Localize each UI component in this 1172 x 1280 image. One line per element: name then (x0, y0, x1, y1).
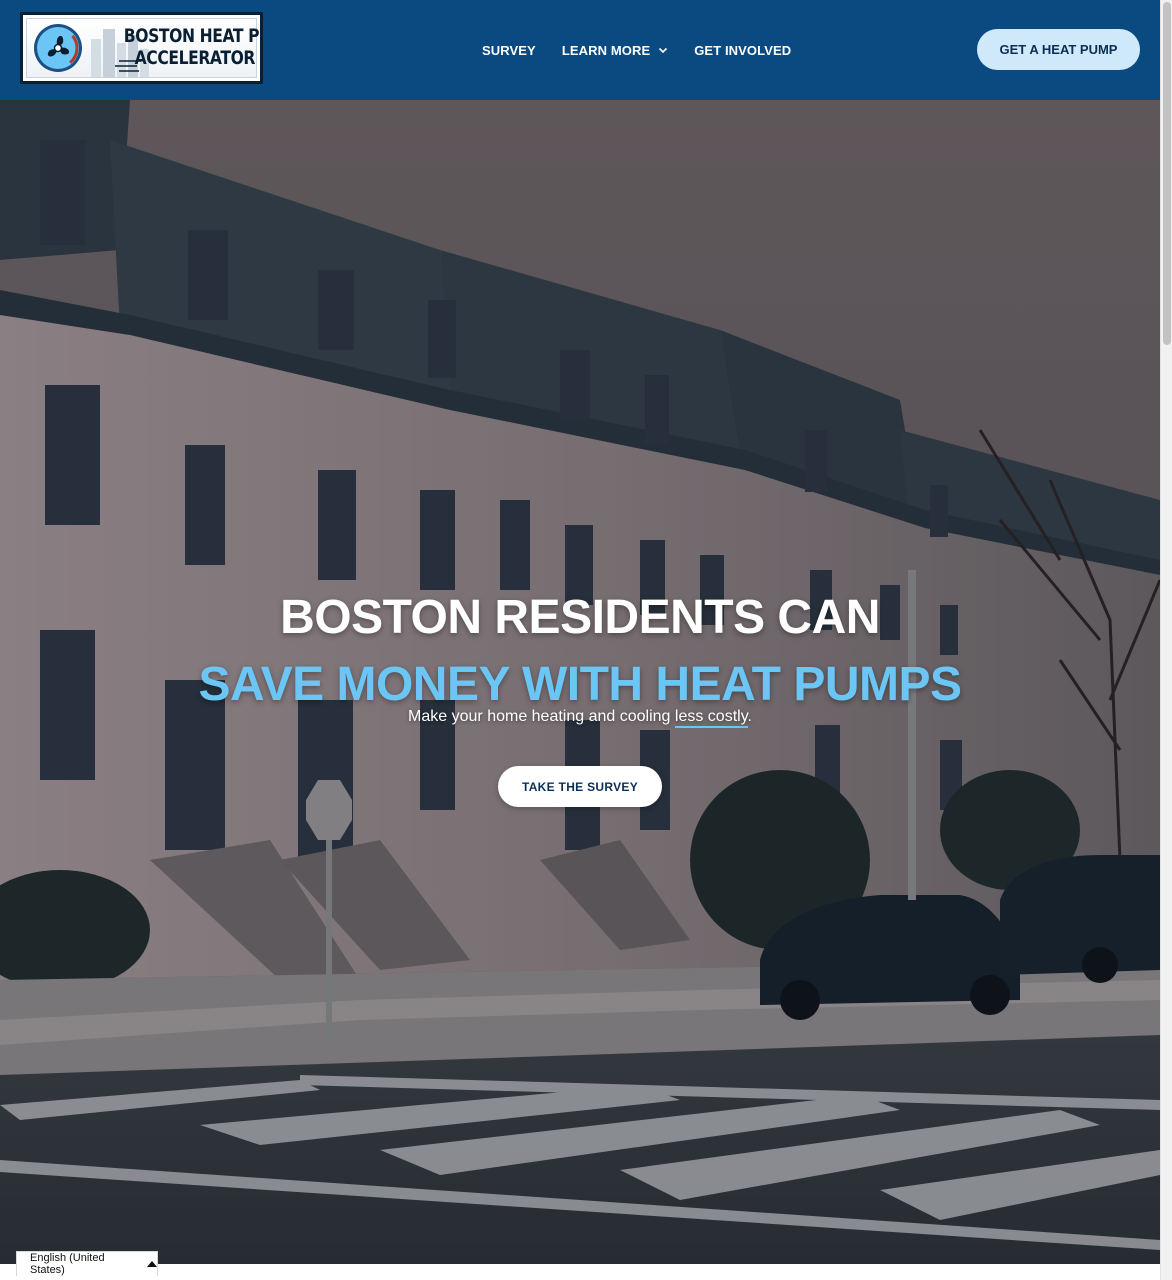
caret-up-icon (147, 1261, 157, 1267)
language-selector[interactable]: English (United States) (16, 1251, 158, 1276)
hero-subtitle-text: Make your home heating and cooling (408, 708, 675, 725)
logo-line1: BOSTON HEAT PUMP (123, 25, 260, 47)
page-scrollbar[interactable] (1160, 0, 1172, 1280)
site-header: BOSTON HEAT PUMP ACCELERATOR SURVEY LEAR… (0, 0, 1160, 100)
nav-item-learn-more-label: LEARN MORE (561, 42, 651, 58)
nav-item-learn-more[interactable]: LEARN MORE (562, 41, 668, 60)
page-footer-strip (0, 1264, 1160, 1280)
hero-section: BOSTON RESIDENTS CAN SAVE MONEY WITH HEA… (0, 100, 1160, 1264)
heat-pump-fan-icon (34, 24, 82, 72)
main-nav: SURVEY LEARN MORE GET INVOLVED (470, 38, 817, 62)
page: BOSTON HEAT PUMP ACCELERATOR SURVEY LEAR… (0, 0, 1172, 1280)
nav-item-survey[interactable]: SURVEY (482, 41, 536, 60)
site-logo[interactable]: BOSTON HEAT PUMP ACCELERATOR (20, 12, 263, 84)
language-selector-label: English (United States) (30, 1252, 105, 1276)
hero-subtitle-end: . (747, 708, 752, 725)
nav-item-get-involved[interactable]: GET INVOLVED (694, 41, 791, 60)
scrollbar-thumb[interactable] (1163, 2, 1171, 345)
chevron-down-icon (659, 47, 668, 54)
hero-subtitle-emphasis: less costly (674, 708, 748, 728)
take-survey-button[interactable]: TAKE THE SURVEY (498, 766, 662, 807)
hero-title-line1: BOSTON RESIDENTS CAN (280, 591, 880, 645)
speed-lines-icon (115, 60, 141, 72)
hero-subtitle: Make your home heating and cooling less … (0, 705, 1160, 729)
logo-line2: ACCELERATOR (134, 47, 256, 69)
get-heat-pump-button[interactable]: GET A HEAT PUMP (977, 29, 1140, 70)
